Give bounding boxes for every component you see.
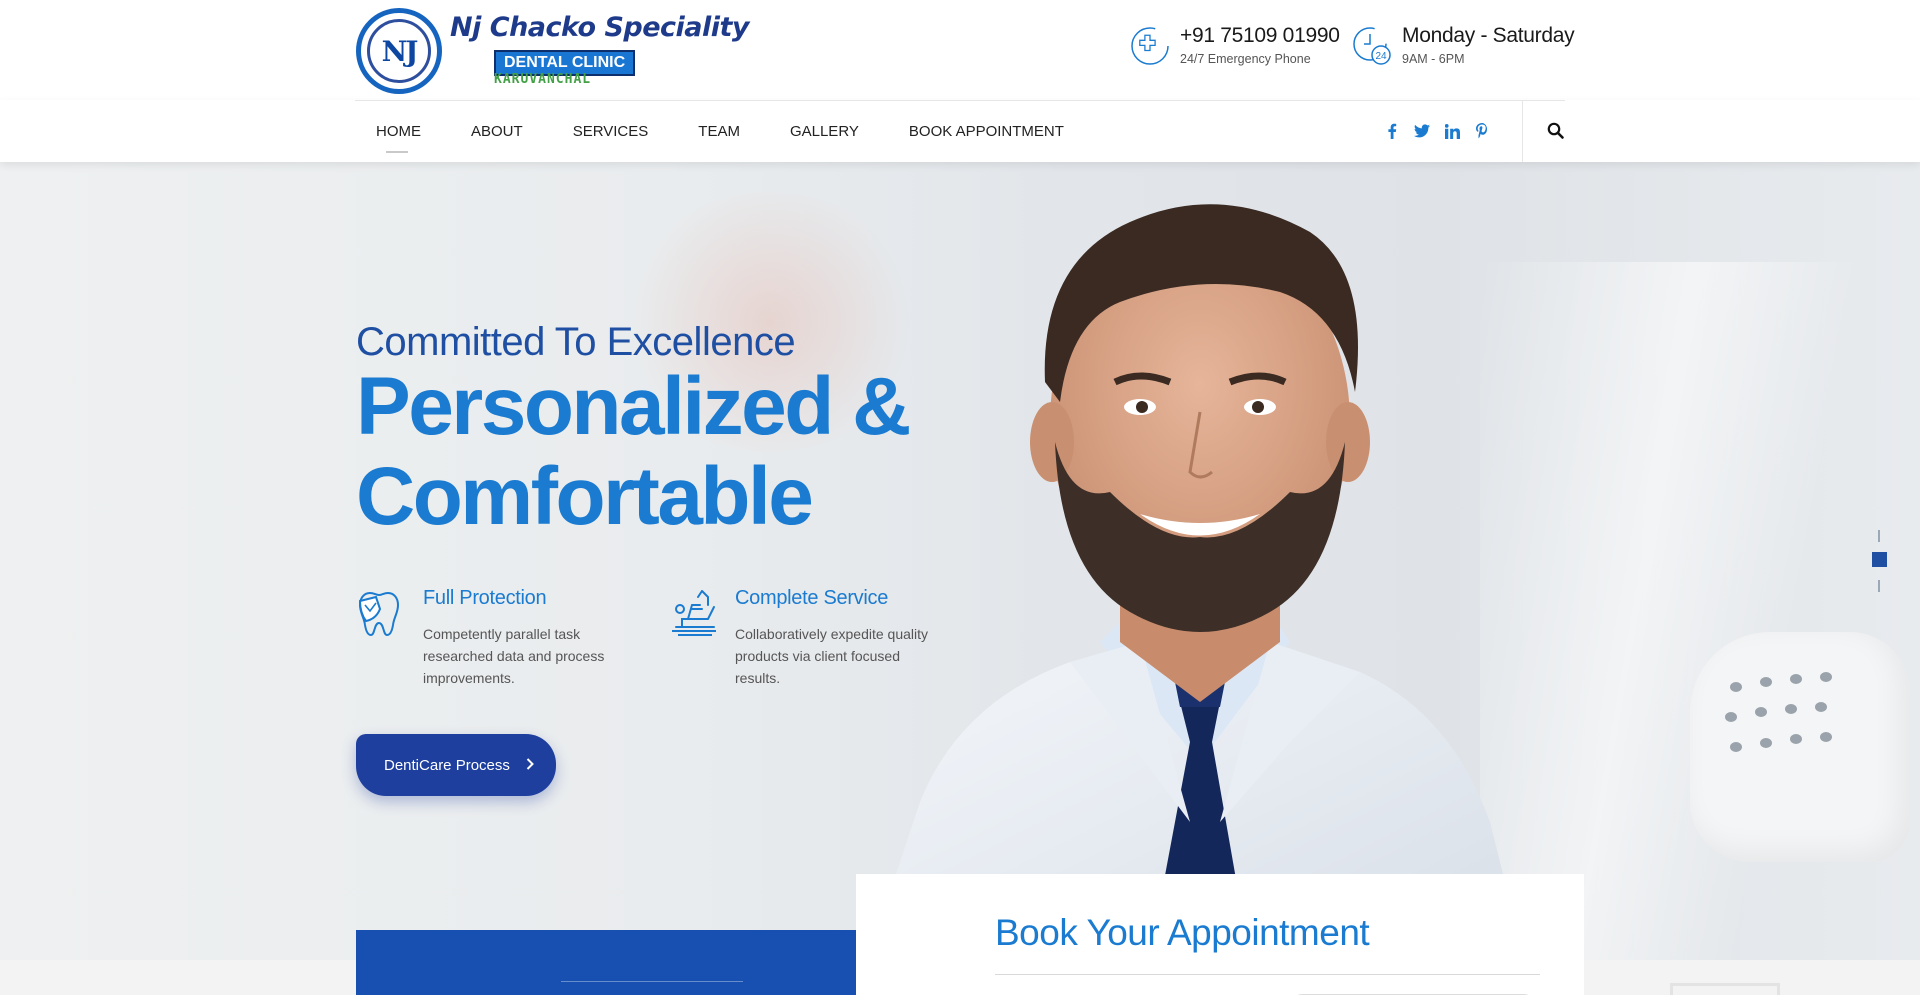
appointment-title: Book Your Appointment [995,912,1370,953]
nav-menu: HOME ABOUT SERVICES TEAM GALLERY BOOK AP… [376,100,1114,162]
phone-number: +91 75109 01990 [1180,24,1340,47]
panel-divider [561,981,743,982]
hero-headline-line-1: Personalized & [356,361,911,452]
feature-description: Collaboratively expedite quality product… [735,626,928,686]
feature-title: Complete Service [735,587,889,609]
tooth-shield-icon [358,591,400,637]
decorative-outline-box [1670,983,1780,995]
logo-clinic-name: Nj Chacko Speciality [450,12,750,43]
nav-divider-vertical [1522,100,1523,162]
chevron-right-icon [526,757,534,773]
nav-item-services[interactable]: SERVICES [573,123,649,140]
svg-text:24: 24 [1375,51,1387,62]
social-links [1384,100,1490,162]
slider-pagination [1870,530,1890,600]
feature-description: Competently parallel task researched dat… [423,626,605,686]
feature-title: Full Protection [423,587,547,609]
site-header: NJ Nj Chacko Speciality DENTAL CLINIC KA… [0,0,1920,100]
slider-dot-2-active[interactable] [1872,552,1887,567]
slider-dot-1[interactable] [1878,530,1880,542]
clinic-logo[interactable]: NJ Nj Chacko Speciality DENTAL CLINIC KA… [356,8,750,94]
nav-item-gallery[interactable]: GALLERY [790,123,859,140]
hero-headline-line-2: Comfortable [356,451,814,542]
phone-label: 24/7 Emergency Phone [1180,52,1311,66]
info-panel [356,930,940,995]
hours-time: 9AM - 6PM [1402,52,1465,66]
twitter-icon[interactable] [1414,123,1430,139]
search-icon[interactable] [1546,121,1566,141]
nav-item-book-appointment[interactable]: BOOK APPOINTMENT [909,123,1064,140]
hours-days: Monday - Saturday [1402,24,1575,47]
pinterest-icon[interactable] [1474,123,1490,139]
hero-slider: Committed To Excellence Personalized & C… [0,162,1920,960]
hero-tagline: Committed To Excellence [356,320,796,364]
logo-emblem: NJ [356,8,442,94]
dental-chair-icon [672,590,716,636]
linkedin-icon[interactable] [1444,123,1460,139]
main-nav: HOME ABOUT SERVICES TEAM GALLERY BOOK AP… [0,100,1920,162]
clock-24-icon: 24 [1353,27,1391,65]
nav-item-team[interactable]: TEAM [698,123,740,140]
cta-label: DentiCare Process [384,756,510,774]
facebook-icon[interactable] [1384,123,1400,139]
nav-item-about[interactable]: ABOUT [471,123,523,140]
slider-dot-3[interactable] [1878,580,1880,592]
appointment-form: Book Your Appointment [856,874,1584,995]
dental-chair-background [1690,632,1910,862]
logo-initials: NJ [367,19,431,83]
nav-item-home[interactable]: HOME [376,123,421,153]
denticare-process-button[interactable]: DentiCare Process [356,734,556,796]
phone-cross-icon [1131,27,1169,65]
appointment-divider [995,974,1540,975]
logo-location: KARUVANCHAL [494,72,592,87]
dentist-photo [867,204,1525,960]
hero-headline: Personalized & Comfortable [356,362,916,542]
